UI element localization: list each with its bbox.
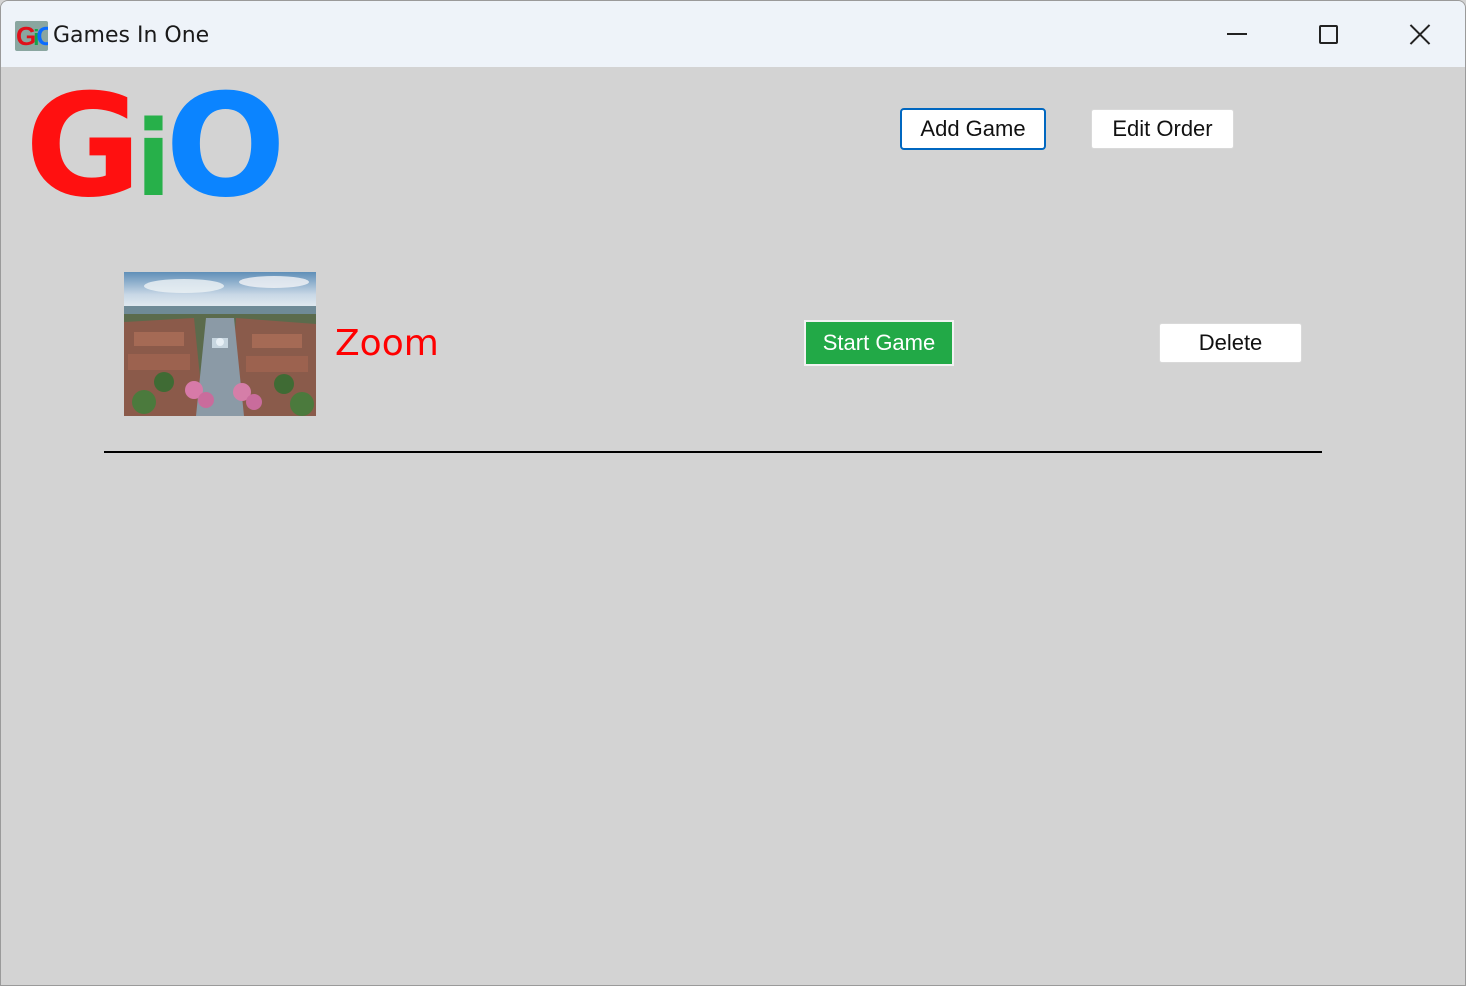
app-icon-letter-g: G <box>16 21 36 51</box>
game-thumbnail-image <box>124 272 316 416</box>
app-window: GiO Games In One GiO Add Game Edit Order <box>0 0 1466 986</box>
maximize-icon <box>1318 24 1338 44</box>
app-icon: GiO <box>15 21 48 51</box>
gio-logo: GiO <box>25 76 286 221</box>
minimize-icon <box>1227 33 1247 35</box>
game-name: Zoom <box>335 323 439 364</box>
edit-order-button[interactable]: Edit Order <box>1091 109 1234 149</box>
start-game-button[interactable]: Start Game <box>804 320 954 366</box>
maximize-button[interactable] <box>1282 1 1374 67</box>
minimize-button[interactable] <box>1191 1 1283 67</box>
title-bar[interactable]: GiO Games In One <box>1 1 1465 67</box>
window-title: Games In One <box>53 23 210 48</box>
app-icon-letter-o: O <box>36 21 48 51</box>
close-button[interactable] <box>1374 1 1465 67</box>
logo-letter-i: i <box>135 98 172 220</box>
game-row-divider <box>104 451 1322 453</box>
close-icon <box>1409 23 1431 45</box>
add-game-button[interactable]: Add Game <box>900 108 1046 150</box>
delete-button[interactable]: Delete <box>1159 323 1302 363</box>
logo-letter-g: G <box>25 64 142 229</box>
logo-letter-o: O <box>165 64 286 229</box>
